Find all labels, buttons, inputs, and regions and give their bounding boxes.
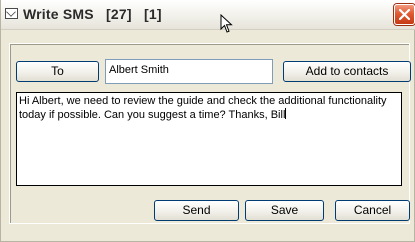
close-icon: [399, 9, 410, 20]
send-button[interactable]: Send: [154, 200, 239, 221]
envelope-icon: [5, 8, 18, 19]
to-button[interactable]: To: [16, 61, 99, 82]
cancel-button[interactable]: Cancel: [335, 200, 410, 221]
message-textarea[interactable]: Hi Albert, we need to review the guide a…: [16, 92, 402, 186]
close-button[interactable]: [394, 4, 415, 25]
text-caret: [285, 108, 287, 119]
window-title: Write SMS [27] [1]: [23, 6, 162, 22]
sms-window: Write SMS [27] [1] To Albert Smith Add t…: [0, 0, 415, 242]
title-bar[interactable]: Write SMS [27] [1]: [1, 0, 415, 33]
recipient-field[interactable]: Albert Smith: [105, 59, 273, 84]
mouse-cursor-icon: [220, 14, 233, 33]
add-to-contacts-button[interactable]: Add to contacts: [283, 61, 411, 82]
save-button[interactable]: Save: [245, 200, 324, 221]
message-text: Hi Albert, we need to review the guide a…: [19, 95, 387, 121]
